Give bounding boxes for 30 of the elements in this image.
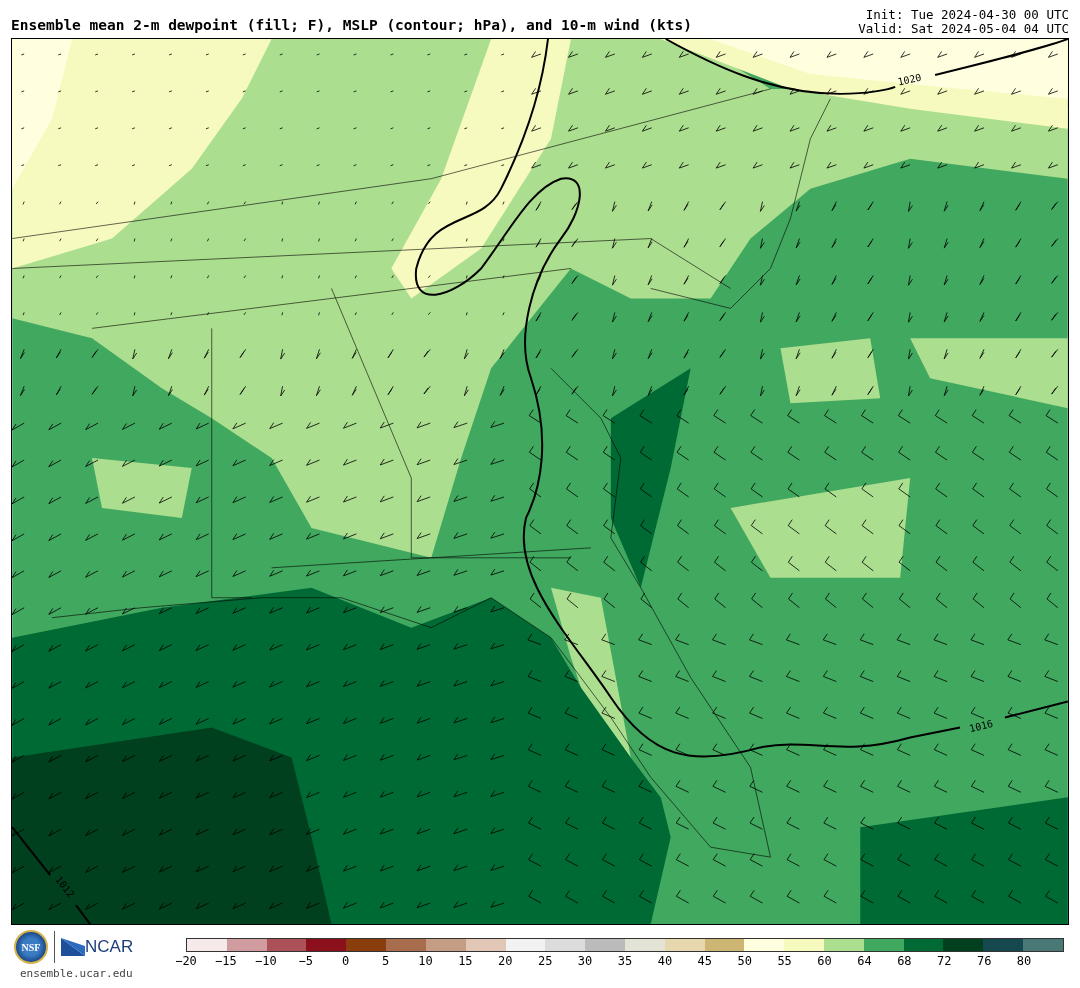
colorbar-tick-label: 50 bbox=[737, 954, 752, 968]
colorbar-tick-label: 40 bbox=[657, 954, 673, 968]
colorbar-tick-label: 64 bbox=[857, 954, 872, 968]
colorbar-tick-label: 35 bbox=[617, 954, 633, 968]
colorbar-tick-label: 0 bbox=[342, 954, 350, 968]
colorbar-tick-label: 10 bbox=[418, 954, 433, 968]
nsf-logo: NSF bbox=[14, 930, 48, 964]
colorbar-tick-label: −20 bbox=[175, 954, 197, 968]
colorbar-tick-label: 60 bbox=[817, 954, 832, 968]
colorbar-tick-label: 5 bbox=[381, 954, 390, 968]
contour-label: 1020 bbox=[896, 71, 923, 88]
colorbar-tick-label: −5 bbox=[298, 954, 313, 968]
colorbar-tick-label: −15 bbox=[215, 954, 237, 968]
colorbar-tick-label: 72 bbox=[937, 954, 952, 968]
init-time: Init: Tue 2024-04-30 00 UTC bbox=[865, 8, 1069, 22]
chart-title: Ensemble mean 2-m dewpoint (fill; F), MSLP (contour; hPa), and 10-m wind (kts) bbox=[11, 17, 692, 35]
colorbar-tick-label: 45 bbox=[697, 954, 713, 968]
colorbar-tick-label: 76 bbox=[976, 954, 992, 968]
colorbar-tick-label: 80 bbox=[1016, 954, 1032, 968]
contour-label: 1016 bbox=[968, 717, 995, 735]
valid-time: Valid: Sat 2024-05-04 04 UTC bbox=[858, 22, 1069, 36]
site-url: ensemble.ucar.edu bbox=[20, 967, 133, 980]
colorbar-tick-label: 68 bbox=[897, 954, 912, 968]
ncar-logo: NCAR bbox=[61, 937, 134, 957]
colorbar-tick-label: 25 bbox=[537, 954, 553, 968]
colorbar-tick-label: 15 bbox=[458, 954, 473, 968]
colorbar-tick-label: 20 bbox=[498, 954, 513, 968]
colorbar-tick-label: 30 bbox=[577, 954, 593, 968]
colorbar-tick-label: −10 bbox=[254, 954, 277, 968]
colorbar-tick-label: 55 bbox=[777, 954, 792, 968]
